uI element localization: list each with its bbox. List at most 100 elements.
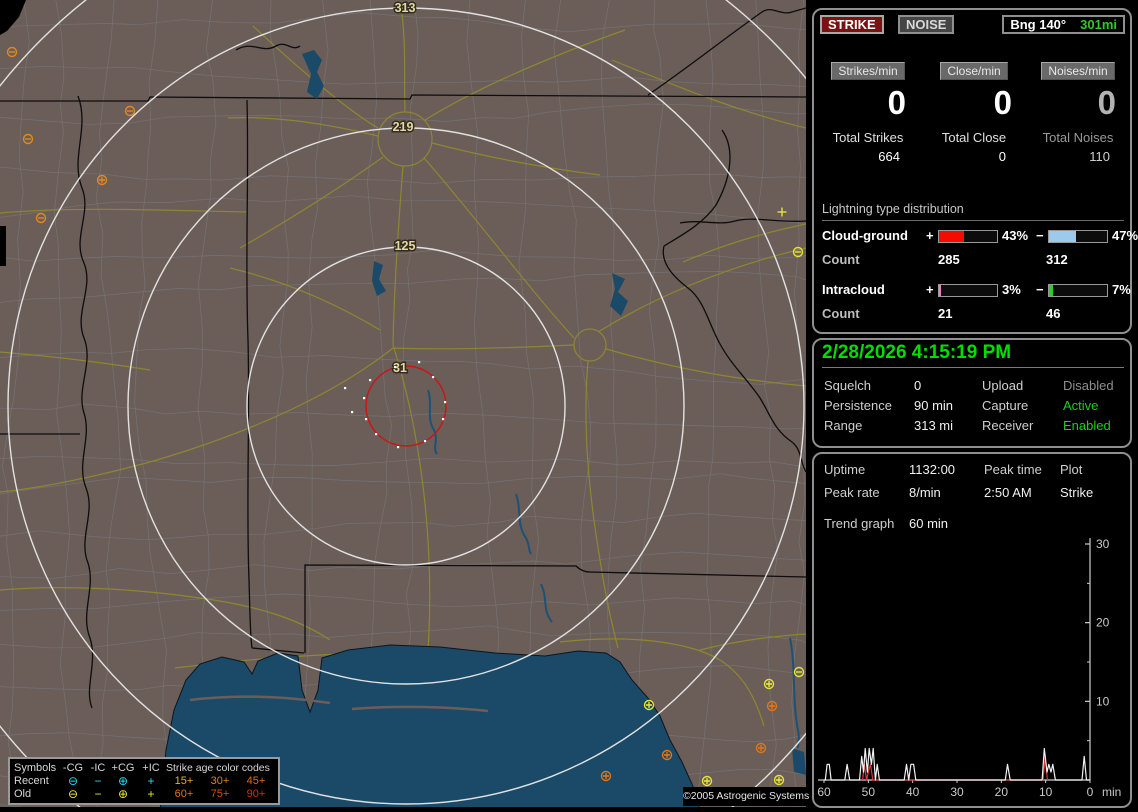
recent-strike-dot xyxy=(363,397,366,400)
strikes-per-min-button[interactable]: Strikes/min xyxy=(831,62,905,80)
x-tick-label: 40 xyxy=(906,785,920,799)
age-code-30: 30+ xyxy=(210,774,230,787)
capture-status: Active xyxy=(1063,398,1099,413)
x-tick-label: 60 xyxy=(817,785,831,799)
close-counter-column: Close/min 0 Total Close 0 xyxy=(922,62,1026,164)
distribution-title: Lightning type distribution xyxy=(822,202,1124,221)
trend-graph: 10 20 30 60 50 40 30 20 10 0 min xyxy=(817,537,1121,799)
recent-strike-dot xyxy=(424,440,427,443)
cg-neg-recent-icon: ⊖ xyxy=(67,773,79,788)
age-code-75: 75+ xyxy=(210,787,230,800)
ic-positive-pct: 3% xyxy=(1002,282,1021,297)
range-value: 313 mi xyxy=(914,418,954,433)
cg-negative-count: 312 xyxy=(1046,252,1068,267)
status-panel: 2/28/2026 4:15:19 PM Squelch 0 Upload Di… xyxy=(812,338,1132,448)
symbol-legend: Symbols -CG -IC +CG +IC Strike age color… xyxy=(8,757,280,805)
ic-neg-old-icon: − xyxy=(94,786,102,801)
datetime-display: 2/28/2026 4:15:19 PM xyxy=(822,342,1124,368)
ic-negative-count: 46 xyxy=(1046,306,1061,321)
ic-negative-pct: 7% xyxy=(1112,282,1131,297)
minus-sign: − xyxy=(1036,282,1044,297)
close-per-min-button[interactable]: Close/min xyxy=(940,62,1008,80)
recent-strike-dot xyxy=(432,376,435,379)
x-tick-label: 0 xyxy=(1087,785,1094,799)
cg-count-label: Count xyxy=(822,252,860,267)
upload-label: Upload xyxy=(982,378,1024,393)
total-strikes-value: 664 xyxy=(878,149,900,164)
bearing-readout: Bng 140° 301mi xyxy=(1002,15,1125,34)
recent-strike-dot xyxy=(397,446,400,449)
bearing-value: Bng 140° xyxy=(1010,17,1067,32)
legend-row-recent-label: Recent xyxy=(14,774,49,787)
age-code-15: 15+ xyxy=(174,774,194,787)
x-tick-label: 10 xyxy=(1039,785,1053,799)
intracloud-row: Intracloud + 3% − 7% xyxy=(814,282,1131,298)
ic-count-label: Count xyxy=(822,306,860,321)
intracloud-label: Intracloud xyxy=(822,282,885,297)
x-unit-label: min xyxy=(1102,785,1121,799)
copyright-notice: ©2005 Astrogenic Systems xyxy=(683,787,809,806)
legend-row-old-label: Old xyxy=(14,787,32,800)
ic-positive-bar xyxy=(938,284,998,297)
plus-sign: + xyxy=(926,228,934,243)
upload-status: Disabled xyxy=(1063,378,1114,393)
legend-age-title: Strike age color codes xyxy=(166,761,270,774)
cloud-ground-row: Cloud-ground + 43% − 47% xyxy=(814,228,1138,244)
recent-strike-dot xyxy=(418,361,421,364)
legend-header-ic-neg: -IC xyxy=(90,761,106,774)
receiver-status: Enabled xyxy=(1063,418,1111,433)
total-close-value: 0 xyxy=(998,149,1006,164)
total-noises-label: Total Noises xyxy=(1042,130,1114,145)
ring-label-219: 219 xyxy=(393,120,414,134)
ic-negative-bar xyxy=(1048,284,1108,297)
legend-header-cg-pos: +CG xyxy=(111,761,135,774)
y-tick-label: 20 xyxy=(1096,616,1110,630)
map-canvas[interactable]: 31125219313 xyxy=(0,0,806,812)
y-tick-label: 10 xyxy=(1096,694,1110,708)
trend-series-close xyxy=(862,755,1048,781)
recent-strike-dot xyxy=(444,401,447,404)
recent-strike-dot xyxy=(442,418,445,421)
strike-mode-button[interactable]: STRIKE xyxy=(820,15,884,34)
x-tick-label: 30 xyxy=(950,785,964,799)
total-noises-value: 110 xyxy=(1089,149,1110,164)
close-rate-value: 0 xyxy=(993,84,1012,121)
receiver-label: Receiver xyxy=(982,418,1034,433)
nexstorm-window: 31 125 219 313 ©2005 Astrogenic Systems Sym… xyxy=(0,0,1138,812)
persistence-value: 90 min xyxy=(914,398,954,413)
session-panel: Uptime 1132:00 Peak time Plot Peak rate … xyxy=(812,452,1132,808)
recent-strike-dot xyxy=(394,366,397,369)
legend-header-cg-neg: -CG xyxy=(62,761,84,774)
lightning-map[interactable]: 31 125 219 313 ©2005 Astrogenic Systems Sym… xyxy=(0,0,809,812)
x-tick-label: 50 xyxy=(862,785,876,799)
cg-pos-recent-icon: ⊕ xyxy=(117,773,129,788)
total-close-label: Total Close xyxy=(941,130,1007,145)
cg-positive-count: 285 xyxy=(938,252,960,267)
cg-positive-pct: 43% xyxy=(1002,228,1029,243)
bearing-range-value: 301mi xyxy=(1080,17,1117,32)
recent-strike-dot xyxy=(375,433,378,436)
ic-positive-count: 21 xyxy=(938,306,953,321)
y-tick-label: 30 xyxy=(1096,537,1110,551)
legend-header-symbols: Symbols xyxy=(14,761,57,774)
total-strikes-label: Total Strikes xyxy=(832,130,904,145)
capture-label: Capture xyxy=(982,398,1029,413)
plus-sign: + xyxy=(926,282,934,297)
noises-per-min-button[interactable]: Noises/min xyxy=(1041,62,1115,80)
recent-strike-dot xyxy=(351,411,354,414)
range-label: Range xyxy=(824,418,863,433)
cg-positive-bar xyxy=(938,230,998,243)
ic-neg-recent-icon: − xyxy=(94,773,102,788)
noise-mode-button[interactable]: NOISE xyxy=(898,15,955,34)
recent-strike-dot xyxy=(369,379,372,382)
squelch-label: Squelch xyxy=(824,378,871,393)
strikes-counter-column: Strikes/min 0 Total Strikes 664 xyxy=(816,62,920,164)
cg-negative-bar xyxy=(1048,230,1108,243)
strike-counters-panel: STRIKE NOISE Bng 140° 301mi Strikes/min 0… xyxy=(812,8,1138,334)
recent-strike-dot xyxy=(344,387,347,390)
strikes-rate-value: 0 xyxy=(887,84,906,121)
recent-strike-dot xyxy=(365,418,368,421)
age-code-60: 60+ xyxy=(174,787,194,800)
ic-pos-recent-icon: + xyxy=(147,773,155,788)
persistence-label: Persistence xyxy=(824,398,892,413)
